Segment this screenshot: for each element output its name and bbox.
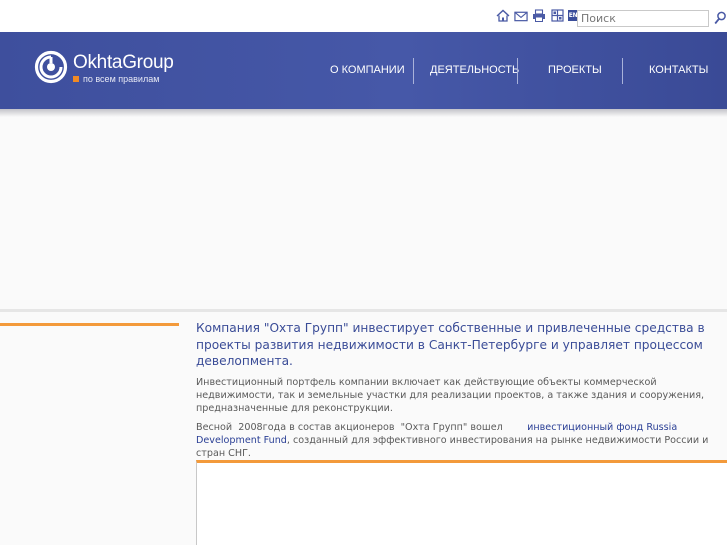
shareholders-text-start: Весной 2008года в состав акционеров "Охт…	[196, 421, 528, 433]
nav-divider	[413, 58, 414, 84]
home-icon[interactable]	[496, 9, 510, 22]
news-box	[196, 460, 727, 545]
lead-text: Компания "Охта Групп" инвестирует собств…	[196, 321, 705, 368]
utility-bar: ENG	[0, 0, 727, 32]
nav-item-activity[interactable]: ДЕЯТЕЛЬНОСТЬ	[430, 58, 519, 82]
nav-divider	[517, 58, 518, 84]
search-icon[interactable]	[713, 10, 727, 26]
sitemap-icon[interactable]	[550, 9, 564, 22]
divider	[0, 309, 727, 312]
logo-text: OkhtaGroup по всем правилам	[73, 53, 174, 84]
left-accent-line	[0, 323, 179, 326]
intro-content: Компания "Охта Групп" инвестирует собств…	[196, 320, 727, 460]
nav-item-contacts[interactable]: КОНТАКТЫ	[649, 58, 708, 82]
okhta-logo-icon	[34, 50, 68, 84]
slogan-square-icon	[73, 76, 79, 82]
nav-item-about[interactable]: О КОМПАНИИ	[330, 58, 405, 82]
nav-item-projects[interactable]: ПРОЕКТЫ	[548, 58, 602, 82]
brand-name: OkhtaGroup	[73, 52, 174, 73]
portfolio-paragraph: Инвестиционный портфель компании включае…	[196, 376, 705, 414]
mail-icon[interactable]	[514, 9, 528, 22]
print-icon[interactable]	[532, 9, 546, 22]
slogan-text: по всем правилам	[83, 74, 160, 84]
nav-divider	[622, 58, 623, 84]
banner-area	[0, 117, 727, 309]
utility-icons: ENG	[496, 9, 583, 22]
shareholders-paragraph: Весной 2008года в состав акционеров "Охт…	[196, 421, 727, 460]
search-input[interactable]	[577, 10, 709, 27]
logo[interactable]: OkhtaGroup по всем правилам	[34, 50, 174, 84]
slogan: по всем правилам	[73, 74, 174, 84]
